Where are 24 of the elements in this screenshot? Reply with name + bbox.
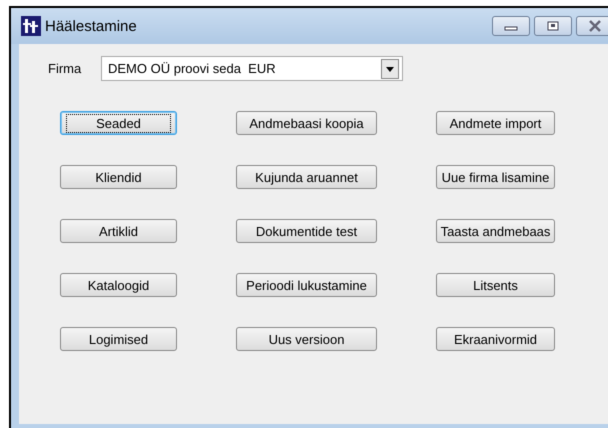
action-button[interactable]: Uus versioon (236, 327, 377, 351)
action-button[interactable]: Litsents (436, 273, 555, 297)
company-dropdown[interactable]: DEMO OÜ proovi seda EUR (101, 56, 403, 81)
action-button[interactable]: Ekraanivormid (436, 327, 555, 351)
action-button[interactable]: Artiklid (60, 219, 177, 243)
minimize-button[interactable] (492, 16, 530, 36)
app-logo-icon (21, 16, 41, 36)
close-icon (588, 20, 602, 32)
action-button[interactable]: Uue firma lisamine (436, 165, 555, 189)
action-button[interactable]: Andmete import (436, 111, 555, 135)
action-button[interactable]: Logimised (60, 327, 177, 351)
maximize-button[interactable] (534, 16, 572, 36)
close-button[interactable] (576, 16, 608, 36)
company-label: Firma (48, 61, 82, 76)
action-button[interactable]: Kliendid (60, 165, 177, 189)
window-title: Häälestamine (45, 18, 137, 34)
action-button[interactable]: Seaded (60, 111, 177, 135)
action-button[interactable]: Andmebaasi koopia (236, 111, 377, 135)
action-button[interactable]: Dokumentide test (236, 219, 377, 243)
action-button[interactable]: Perioodi lukustamine (236, 273, 377, 297)
action-button[interactable]: Kataloogid (60, 273, 177, 297)
action-button[interactable]: Taasta andmebaas (436, 219, 555, 243)
action-button[interactable]: Kujunda aruannet (236, 165, 377, 189)
maximize-icon (546, 21, 560, 31)
